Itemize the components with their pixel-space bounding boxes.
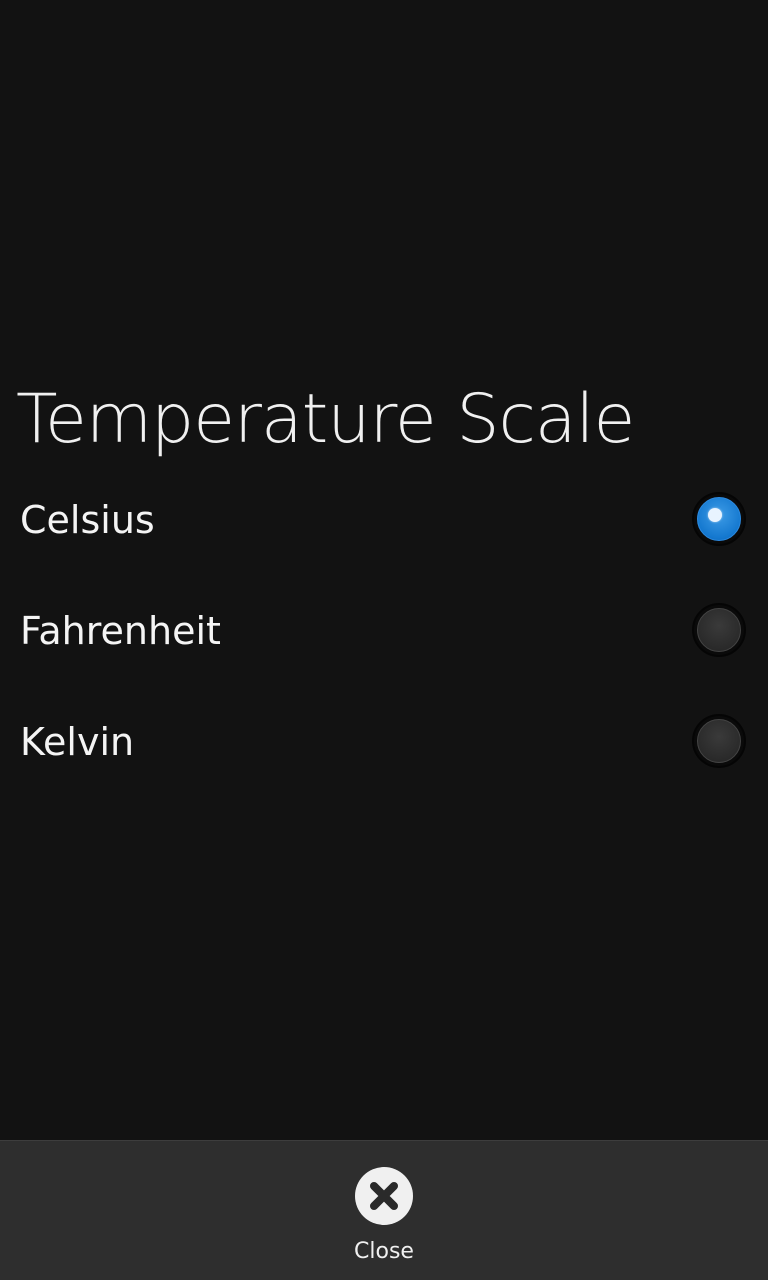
option-label: Kelvin: [20, 720, 135, 764]
settings-screen: Temperature Scale Celsius Fahrenheit Kel…: [0, 0, 768, 1280]
temperature-scale-options: Celsius Fahrenheit Kelvin: [0, 465, 768, 798]
radio-ring: [697, 719, 741, 763]
close-label: Close: [354, 1239, 414, 1264]
radio-selected-dot: [708, 508, 722, 522]
radio-button-kelvin[interactable]: [692, 714, 746, 768]
action-bar: Close: [0, 1140, 768, 1280]
close-button[interactable]: Close: [334, 1165, 434, 1275]
option-celsius[interactable]: Celsius: [0, 465, 768, 576]
radio-button-fahrenheit[interactable]: [692, 603, 746, 657]
radio-ring: [697, 608, 741, 652]
radio-button-celsius[interactable]: [692, 492, 746, 546]
option-label: Celsius: [20, 498, 155, 542]
option-label: Fahrenheit: [20, 609, 221, 653]
close-icon: [355, 1167, 413, 1225]
option-fahrenheit[interactable]: Fahrenheit: [0, 576, 768, 687]
page-title: Temperature Scale: [16, 380, 635, 459]
option-kelvin[interactable]: Kelvin: [0, 687, 768, 798]
